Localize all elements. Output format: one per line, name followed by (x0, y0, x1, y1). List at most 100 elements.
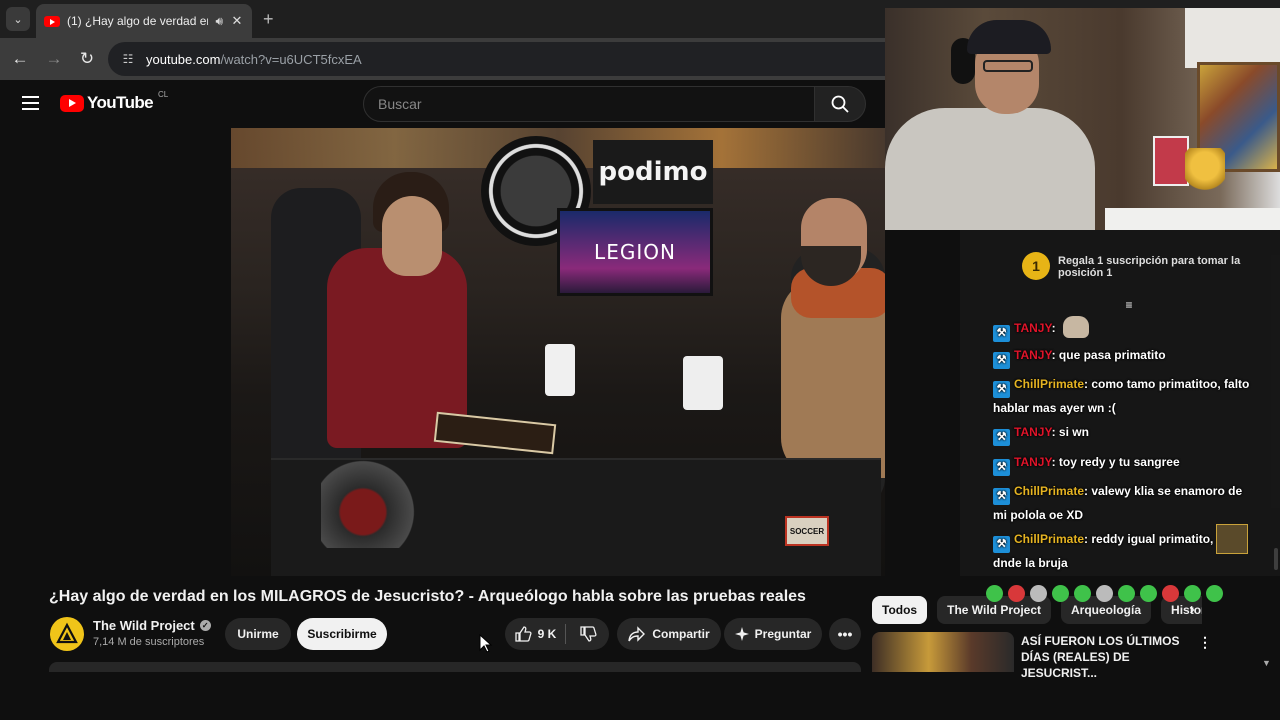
ask-button[interactable]: Preguntar (724, 618, 822, 650)
chip-todos[interactable]: Todos (872, 596, 928, 624)
emote-icon (1118, 585, 1135, 602)
channel-avatar[interactable] (50, 617, 84, 651)
motorcycle-figure (321, 458, 461, 548)
new-tab-button[interactable]: + (263, 9, 274, 30)
sparkle-icon (734, 627, 749, 641)
emote-icon (986, 585, 1003, 602)
leaderboard-text: Regala 1 suscripción para tomar la posic… (1058, 255, 1241, 279)
chat-username: TANJY (1014, 321, 1052, 335)
more-actions-button[interactable]: ••• (829, 618, 861, 650)
related-video-title[interactable]: ASÍ FUERON LOS ÚLTIMOS DÍAS (REALES) DE … (1021, 633, 1201, 681)
emote-icon (1074, 585, 1091, 602)
hammer-badge-icon: ⚒ (993, 325, 1010, 342)
emote-icon (1052, 585, 1069, 602)
like-button[interactable]: 9 K (505, 618, 565, 650)
mug-left (545, 344, 575, 396)
gold-figure (1185, 148, 1225, 208)
dislike-button[interactable] (566, 618, 609, 650)
thumbs-down-icon (579, 626, 597, 642)
screen: ⌄ (1) ¿Hay algo de verdad en 🔊︎ ✕ + ← → … (0, 0, 1280, 720)
hammer-badge-icon: ⚒ (993, 381, 1010, 398)
related-more-icon[interactable]: ⋮ (1198, 634, 1212, 651)
close-tab-icon[interactable]: ✕ (230, 13, 244, 29)
video-title: ¿Hay algo de verdad en los MILAGROS de J… (49, 588, 806, 605)
chat-message: ⚒ TANJY: que pasa primatito (993, 345, 1258, 369)
description-box[interactable] (49, 662, 861, 672)
legion-monitor: LEGION (557, 208, 713, 296)
chat-username: TANJY (1014, 425, 1052, 439)
emote-bar (986, 585, 1252, 607)
share-button[interactable]: Compartir (617, 618, 721, 650)
streamer-webcam-overlay (885, 8, 1280, 230)
join-button[interactable]: Unirme (225, 618, 291, 650)
emote-icon (1162, 585, 1179, 602)
verified-check-icon: ✓ (199, 620, 211, 631)
figure-box (1153, 136, 1189, 186)
chat-username: ChillPrimate (1014, 377, 1085, 391)
like-count: 9 K (537, 627, 557, 641)
share-icon (628, 626, 646, 642)
cat-emote-icon (1062, 316, 1089, 338)
emote-icon (1096, 585, 1113, 602)
browser-tab-active[interactable]: (1) ¿Hay algo de verdad en 🔊︎ ✕ (36, 4, 252, 38)
address-bar[interactable]: ☷ youtube.com/watch?v=u6UCT5fcxEA (108, 42, 908, 76)
chat-text: toy redy y tu sangree (1058, 455, 1180, 469)
chat-username: ChillPrimate (1014, 484, 1085, 498)
hammer-badge-icon: ⚒ (993, 488, 1010, 505)
guide-menu-icon[interactable] (22, 96, 39, 110)
search-box[interactable] (363, 86, 815, 122)
guest-right (761, 198, 885, 478)
emote-icon (1008, 585, 1025, 602)
chat-username: TANJY (1014, 348, 1052, 362)
tab-title: (1) ¿Hay algo de verdad en (67, 14, 209, 28)
podimo-sign: podimo (593, 140, 713, 204)
emote-icon (1206, 585, 1223, 602)
search-icon (831, 95, 849, 113)
video-player[interactable]: podimo LEGION SOCCER (231, 128, 885, 576)
streamer-body (885, 108, 1095, 230)
chat-message: ⚒ ChillPrimate: como tamo primatitoo, fal… (993, 377, 1250, 415)
like-dislike-group: 9 K (505, 618, 609, 650)
hammer-badge-icon: ⚒ (993, 429, 1010, 446)
chat-message: ⚒ TANJY: toy redy y tu sangree (993, 452, 1258, 476)
soccer-box: SOCCER (785, 516, 829, 546)
site-settings-icon[interactable]: ☷ (120, 51, 136, 67)
youtube-play-icon (60, 94, 84, 112)
chat-text: si wn (1058, 425, 1089, 439)
search-button[interactable] (814, 86, 866, 122)
glasses (983, 60, 1033, 72)
channel-logo-icon (56, 622, 78, 644)
chat-leaderboard-banner: 1 Regala 1 suscripción para tomar la pos… (1022, 252, 1262, 286)
hammer-badge-icon: ⚒ (993, 536, 1010, 553)
thumbs-up-icon (515, 626, 532, 642)
youtube-logo[interactable]: YouTube CL (60, 90, 168, 113)
chat-username: TANJY (1014, 455, 1052, 469)
subscriber-count: 7,14 M de suscriptores (93, 636, 205, 648)
channel-name[interactable]: The Wild Project ✓ (93, 618, 211, 633)
rank-badge: 1 (1022, 252, 1050, 280)
chat-username: ChillPrimate (1014, 532, 1085, 546)
emote-icon (1030, 585, 1047, 602)
emote-icon (1140, 585, 1157, 602)
forward-button[interactable]: → (43, 48, 65, 70)
tab-search-button[interactable]: ⌄ (6, 7, 30, 31)
chat-text: que pasa primatito (1058, 348, 1166, 362)
search-input[interactable] (378, 96, 814, 112)
mouse-cursor-icon (479, 634, 493, 653)
chat-collapse-icon: ≡ (1125, 298, 1133, 312)
emote-icon (1184, 585, 1201, 602)
related-video-thumbnail[interactable] (872, 632, 1014, 672)
cap (967, 20, 1051, 54)
hammer-badge-icon: ⚒ (993, 352, 1010, 369)
speaker-icon[interactable]: 🔊︎ (215, 14, 223, 29)
subscribe-button[interactable]: Suscribirme (297, 618, 387, 650)
youtube-favicon-icon (44, 15, 60, 27)
chat-message: ⚒ TANJY: (993, 316, 1258, 342)
back-button[interactable]: ← (9, 48, 31, 70)
chat-emote-badge-icon (1216, 524, 1248, 554)
chat-message: ⚒ ChillPrimate: valewy klia se enamoro de… (993, 484, 1243, 522)
url-text: youtube.com/watch?v=u6UCT5fcxEA (146, 51, 362, 67)
scroll-down-arrow-icon[interactable]: ▼ (1262, 658, 1271, 668)
reload-button[interactable]: ↻ (76, 48, 98, 70)
mug-right (683, 356, 723, 410)
